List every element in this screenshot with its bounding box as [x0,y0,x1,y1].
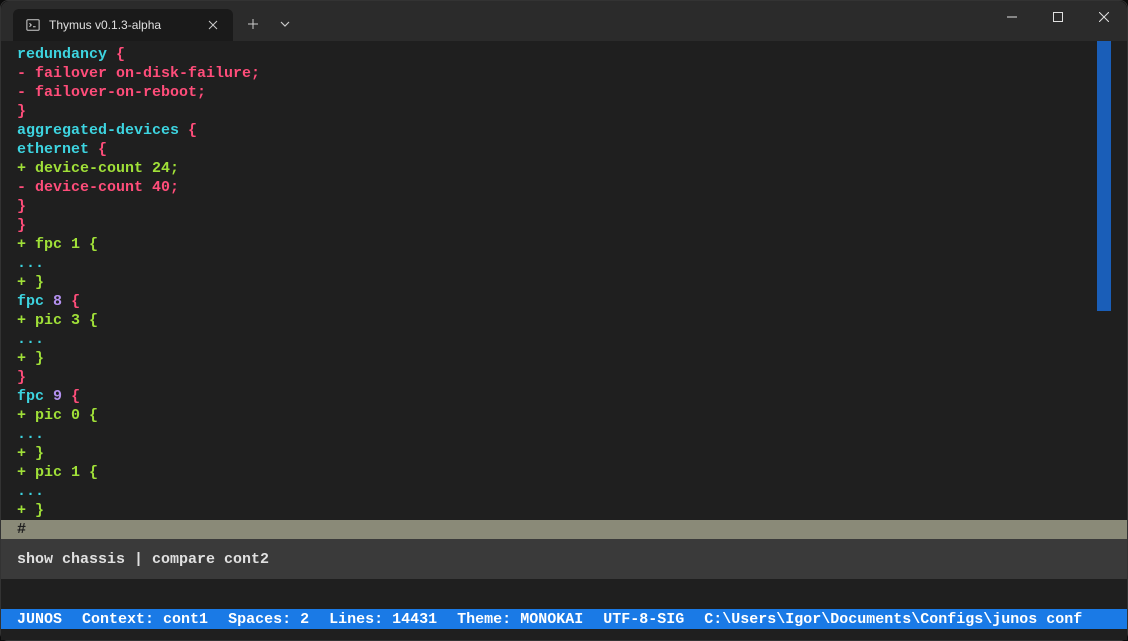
terminal-line: + pic 3 { [17,311,1127,330]
terminal-line: + } [17,444,1127,463]
status-spaces: Spaces: 2 [228,611,309,628]
tab-title: Thymus v0.1.3-alpha [49,18,197,32]
terminal-line: fpc 8 { [17,292,1127,311]
terminal-line: ... [17,425,1127,444]
terminal-line: } [17,102,1127,121]
command-text: show chassis | compare cont2 [17,551,269,568]
status-mode: JUNOS [17,611,62,628]
terminal-line: + } [17,501,1127,520]
terminal-line: + } [17,273,1127,292]
status-context: Context: cont1 [82,611,208,628]
terminal-line: } [17,368,1127,387]
terminal-line: ... [17,482,1127,501]
terminal-line: - failover on-disk-failure; [17,64,1127,83]
terminal-line: + pic 1 { [17,463,1127,482]
cursor-line: # [1,520,1127,539]
window-controls [989,1,1127,33]
tab-dropdown-button[interactable] [269,8,301,40]
status-bar: JUNOS Context: cont1 Spaces: 2 Lines: 14… [1,609,1127,629]
terminal-line: } [17,216,1127,235]
terminal-line: + pic 0 { [17,406,1127,425]
terminal-line: redundancy { [17,45,1127,64]
bottom-pad [1,629,1127,640]
tab-actions [237,8,301,40]
titlebar: Thymus v0.1.3-alpha [1,1,1127,41]
terminal-line: ... [17,254,1127,273]
terminal-line: ethernet { [17,140,1127,159]
new-tab-button[interactable] [237,8,269,40]
tab-close-button[interactable] [205,17,221,33]
terminal-icon [25,17,41,33]
terminal-line: fpc 9 { [17,387,1127,406]
status-lines: Lines: 14431 [329,611,437,628]
scrollbar-thumb[interactable] [1097,41,1111,311]
status-path: C:\Users\Igor\Documents\Configs\junos co… [704,611,1082,628]
status-theme: Theme: MONOKAI [457,611,583,628]
terminal-line: + } [17,349,1127,368]
terminal-output: redundancy {- failover on-disk-failure;-… [1,41,1127,520]
maximize-button[interactable] [1035,1,1081,33]
terminal-line: + fpc 1 { [17,235,1127,254]
command-input-area[interactable]: show chassis | compare cont2 [1,539,1127,579]
terminal-line: ... [17,330,1127,349]
cursor-char: # [17,521,26,538]
terminal-line: - device-count 40; [17,178,1127,197]
terminal-line: aggregated-devices { [17,121,1127,140]
terminal-line: } [17,197,1127,216]
terminal-area[interactable]: redundancy {- failover on-disk-failure;-… [1,41,1127,640]
minimize-button[interactable] [989,1,1035,33]
status-encoding: UTF-8-SIG [603,611,684,628]
terminal-line: + device-count 24; [17,159,1127,178]
terminal-tab[interactable]: Thymus v0.1.3-alpha [13,9,233,41]
terminal-line: - failover-on-reboot; [17,83,1127,102]
close-button[interactable] [1081,1,1127,33]
